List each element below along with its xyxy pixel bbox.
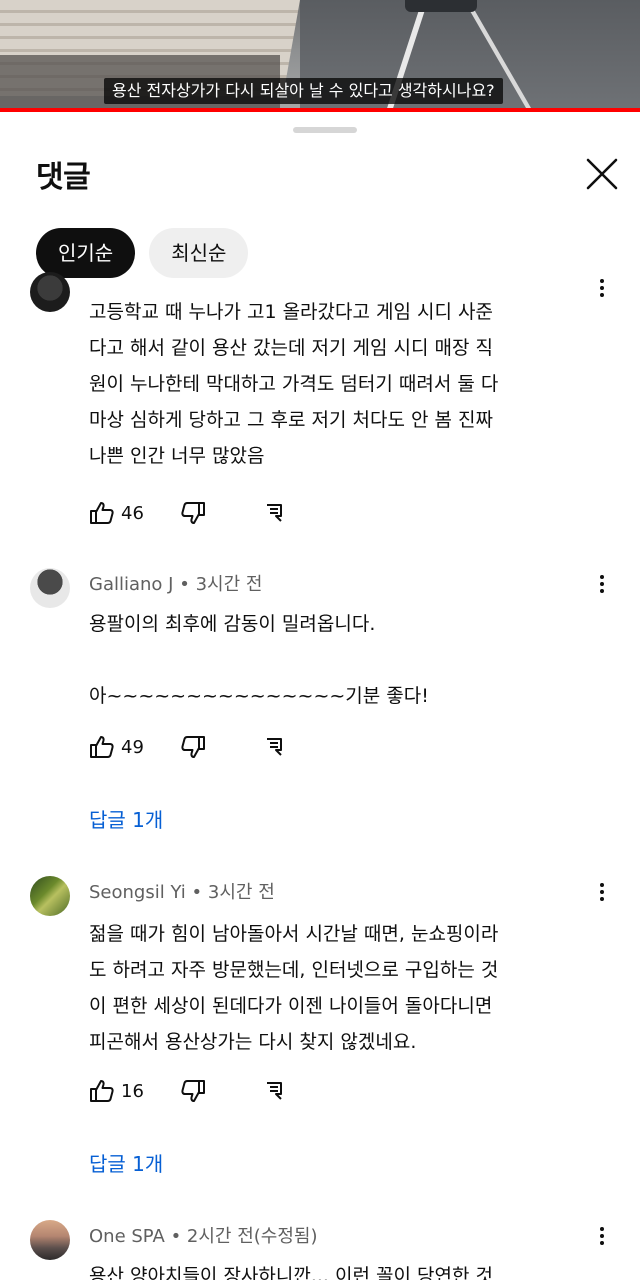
more-options-button[interactable] [594,1224,610,1250]
comment-actions: 46 [89,498,286,528]
comment-line: 나쁜 인간 너무 많았음 [89,445,265,467]
reply-comment-icon [266,1082,282,1100]
close-icon [586,158,618,190]
reply-comment-icon [266,738,282,756]
comment-meta: Galliano J • 3시간 전 [89,570,262,596]
comment-actions: 16 [89,1076,286,1106]
reply-button[interactable] [264,502,286,524]
more-options-button[interactable] [594,572,610,598]
avatar[interactable] [30,876,70,916]
comment-meta: Seongsil Yi • 3시간 전 [89,878,275,904]
panel-title: 댓글 [36,160,91,195]
avatar[interactable] [30,272,70,312]
comment-line: 다고 해서 같이 용산 갔는데 저기 게임 시디 매장 직 [89,337,493,359]
like-button[interactable]: 46 [89,501,144,525]
dislike-button[interactable] [180,735,206,759]
comment-time: 2시간 전(수정됨) [186,1226,318,1247]
thumbs-down-icon [181,1080,205,1102]
comment-line: 용팔이의 최후에 감동이 밀려옵니다. [89,613,376,635]
reply-button[interactable] [264,736,286,758]
comment-time: 3시간 전 [207,882,275,903]
comment-actions: 49 [89,732,286,762]
comment-line: 원이 누나한테 막대하고 가격도 덤터기 때려서 둘 다 [89,373,499,395]
like-count: 46 [121,502,144,524]
like-button[interactable]: 16 [89,1079,144,1103]
meta-separator: • [191,882,203,903]
drag-handle[interactable] [293,127,357,133]
sort-chips: 인기순 최신순 [36,228,249,278]
comment-line: 마상 심하게 당하고 그 후로 저기 처다도 안 봄 진짜 [89,409,493,431]
like-button[interactable]: 49 [89,735,144,759]
view-replies-link[interactable]: 답글 1개 [89,804,163,833]
avatar[interactable] [30,1220,70,1260]
comment-text: 용팔이의 최후에 감동이 밀려옵니다. 아~~~~~~~~~~~~~~~기분 좋… [89,606,619,714]
comment-line: 아~~~~~~~~~~~~~~~기분 좋다! [89,685,429,707]
author-name[interactable]: Seongsil Yi [89,882,186,903]
comment-text: 젊을 때가 힘이 남아돌아서 시간날 때면, 눈쇼핑이라 도 하려고 자주 방문… [89,916,619,1060]
avatar[interactable] [30,568,70,608]
author-name[interactable]: One SPA [89,1226,165,1247]
thumbs-up-icon [90,502,114,524]
dislike-button[interactable] [180,501,206,525]
comment-text: 고등학교 때 누나가 고1 올라갔다고 게임 시디 사준 다고 해서 같이 용산… [89,294,619,474]
like-count: 49 [121,736,144,758]
sort-chip-newest[interactable]: 최신순 [149,228,249,278]
view-replies-link[interactable]: 답글 1개 [89,1148,163,1177]
comment-line: 용산 양아치들이 장사하니깐... 이런 꼴이 당연한 것 [89,1265,493,1280]
comment-line: 도 하려고 자주 방문했는데, 인터넷으로 구입하는 것 [89,959,499,981]
comment-line: 이 편한 세상이 된데다가 이젠 나이들어 돌아다니면 [89,995,493,1017]
more-options-button[interactable] [594,880,610,906]
comment-line: 고등학교 때 누나가 고1 올라갔다고 게임 시디 사준 [89,301,493,323]
comment-line [89,642,619,678]
meta-separator: • [170,1226,182,1247]
comment-line: 젊을 때가 힘이 남아돌아서 시간날 때면, 눈쇼핑이라 [89,923,499,945]
comments-panel: 댓글 인기순 최신순 고등학교 때 누나가 고1 올라갔다고 게임 시디 사준 … [10,112,640,1280]
video-caption: 용산 전자상가가 다시 되살아 날 수 있다고 생각하시나요? [104,78,503,104]
comment-text: 용산 양아치들이 장사하니깐... 이런 꼴이 당연한 것 [89,1258,619,1280]
reply-comment-icon [266,504,282,522]
dislike-button[interactable] [180,1079,206,1103]
comment-time: 3시간 전 [195,574,263,595]
comment-meta: One SPA • 2시간 전(수정됨) [89,1222,318,1248]
meta-separator: • [179,574,190,595]
video-scene-car [405,0,477,12]
like-count: 16 [121,1080,144,1102]
video-player[interactable]: 용산 전자상가가 다시 되살아 날 수 있다고 생각하시나요? [0,0,640,112]
thumbs-down-icon [181,736,205,758]
thumbs-down-icon [181,502,205,524]
close-button[interactable] [584,156,620,192]
reply-button[interactable] [264,1080,286,1102]
author-name[interactable]: Galliano J [89,574,173,595]
thumbs-up-icon [90,736,114,758]
thumbs-up-icon [90,1080,114,1102]
sort-chip-popular[interactable]: 인기순 [36,228,136,278]
comment-line: 피곤해서 용산상가는 다시 찾지 않겠네요. [89,1031,417,1053]
